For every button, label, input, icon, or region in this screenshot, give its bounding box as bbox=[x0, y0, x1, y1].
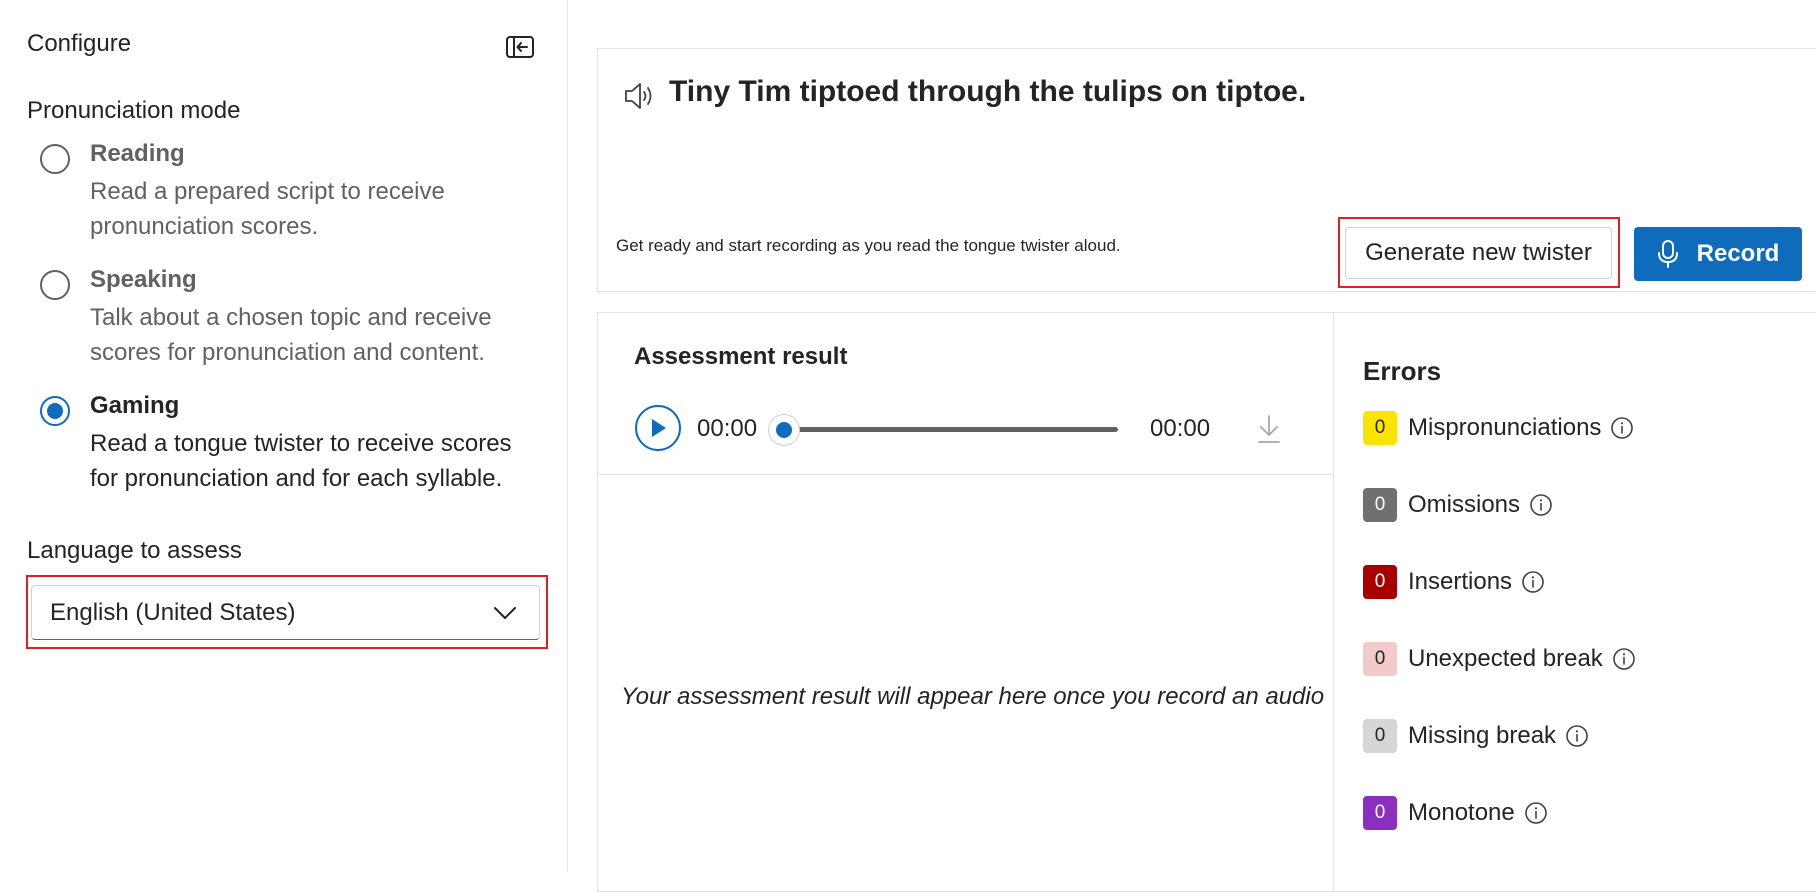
assessment-card: Assessment result 00:00 00:00 Your asses… bbox=[597, 312, 1816, 892]
current-time: 00:00 bbox=[697, 415, 758, 442]
language-label: Language to assess bbox=[27, 537, 242, 564]
speaking-radio[interactable] bbox=[40, 270, 70, 300]
result-placeholder: Your assessment result will appear here … bbox=[621, 683, 1325, 710]
collapse-panel-icon bbox=[506, 36, 534, 58]
error-row: 0 Insertions bbox=[1363, 565, 1545, 599]
speaking-title: Speaking bbox=[90, 266, 197, 293]
error-label: Omissions bbox=[1408, 491, 1521, 518]
error-row: 0 Omissions bbox=[1363, 488, 1553, 522]
error-count-badge: 0 bbox=[1363, 796, 1397, 830]
info-icon[interactable] bbox=[1529, 493, 1553, 517]
error-row: 0 Unexpected break bbox=[1363, 642, 1636, 676]
error-count-badge: 0 bbox=[1363, 719, 1397, 753]
reading-title: Reading bbox=[90, 140, 185, 167]
gaming-description: Read a tongue twister to receive scores … bbox=[90, 430, 512, 492]
error-count-badge: 0 bbox=[1363, 411, 1397, 445]
language-value: English (United States) bbox=[50, 599, 296, 626]
error-row: 0 Mispronunciations bbox=[1363, 411, 1634, 445]
speaking-description: Talk about a chosen topic and receive sc… bbox=[90, 304, 492, 366]
chevron-down-icon bbox=[494, 607, 516, 619]
configure-panel: Configure Pronunciation mode Reading Rea… bbox=[0, 0, 568, 872]
error-row: 0 Missing break bbox=[1363, 719, 1589, 753]
info-icon[interactable] bbox=[1524, 801, 1548, 825]
generate-twister-button[interactable]: Generate new twister bbox=[1345, 227, 1612, 279]
error-label: Unexpected break bbox=[1408, 645, 1603, 672]
download-icon[interactable] bbox=[1257, 414, 1281, 444]
info-icon[interactable] bbox=[1610, 416, 1634, 440]
error-row: 0 Monotone bbox=[1363, 796, 1548, 830]
error-label: Insertions bbox=[1408, 568, 1513, 595]
twister-card: Tiny Tim tiptoed through the tulips on t… bbox=[597, 48, 1816, 292]
seek-thumb[interactable] bbox=[768, 414, 800, 446]
error-label: Mispronunciations bbox=[1408, 414, 1602, 441]
collapse-panel-button[interactable] bbox=[503, 33, 537, 61]
info-icon[interactable] bbox=[1612, 647, 1636, 671]
error-count-badge: 0 bbox=[1363, 565, 1397, 599]
record-label: Record bbox=[1696, 240, 1780, 267]
reading-radio[interactable] bbox=[40, 144, 70, 174]
error-count-badge: 0 bbox=[1363, 488, 1397, 522]
error-count-badge: 0 bbox=[1363, 642, 1397, 676]
play-icon bbox=[652, 419, 666, 437]
gaming-title: Gaming bbox=[90, 392, 180, 419]
speaker-icon[interactable] bbox=[623, 81, 655, 111]
info-icon[interactable] bbox=[1521, 570, 1545, 594]
twister-text: Tiny Tim tiptoed through the tulips on t… bbox=[669, 75, 1307, 108]
info-icon[interactable] bbox=[1565, 724, 1589, 748]
total-time: 00:00 bbox=[1150, 415, 1211, 442]
error-label: Missing break bbox=[1408, 722, 1557, 749]
assessment-panel: Assessment result 00:00 00:00 Your asses… bbox=[598, 313, 1334, 891]
record-button[interactable]: Record bbox=[1634, 227, 1802, 281]
assessment-title: Assessment result bbox=[634, 343, 848, 370]
error-label: Monotone bbox=[1408, 799, 1515, 826]
reading-description: Read a prepared script to receive pronun… bbox=[90, 178, 445, 240]
play-button[interactable] bbox=[635, 405, 681, 451]
configure-title: Configure bbox=[27, 30, 132, 57]
gaming-radio[interactable] bbox=[40, 396, 70, 426]
errors-title: Errors bbox=[1363, 356, 1442, 386]
audio-player: Assessment result 00:00 00:00 bbox=[598, 313, 1334, 475]
pronunciation-mode-label: Pronunciation mode bbox=[27, 97, 241, 124]
microphone-icon bbox=[1657, 240, 1678, 268]
language-dropdown[interactable]: English (United States) bbox=[31, 585, 540, 640]
seek-track[interactable] bbox=[780, 427, 1118, 432]
twister-hint: Get ready and start recording as you rea… bbox=[616, 236, 1121, 255]
